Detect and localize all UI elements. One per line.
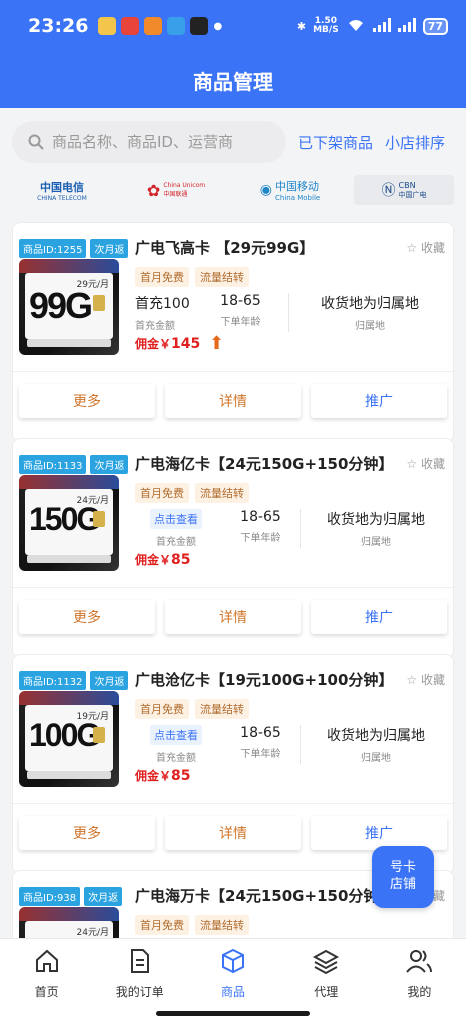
app-notification-icon (144, 17, 163, 35)
detail-button[interactable]: 详情 (165, 600, 301, 634)
commission: 佣金￥145 (135, 336, 201, 352)
product-card: 商品ID:1132 次月返 100G 19元/月 广电沧亿卡【19元100G+1… (12, 654, 454, 874)
location-value: 收货地为归属地 (321, 296, 419, 312)
cycle-badge: 次月返 (90, 671, 129, 690)
search-icon (28, 134, 44, 150)
app-notification-icon (121, 17, 140, 35)
click-view-button[interactable]: 点击查看 (150, 509, 202, 529)
favorite-button[interactable]: ☆ 收藏 (406, 455, 445, 472)
search-input[interactable] (52, 133, 272, 151)
page-title: 商品管理 (193, 70, 273, 94)
status-bar: 23:26 ● ✱ 1.50 MB/S 77 (0, 0, 466, 52)
tag: 首月免费 (135, 699, 189, 719)
product-title[interactable]: 广电沧亿卡【19元100G+100分钟】 (135, 669, 393, 690)
china-unicom-logo-icon: ✿ (146, 180, 161, 200)
promote-button[interactable]: 推广 (311, 816, 447, 850)
signal-icon (372, 17, 391, 35)
cycle-badge: 次月返 (90, 455, 129, 474)
tag: 首月免费 (135, 267, 189, 287)
detail-button[interactable]: 详情 (165, 816, 301, 850)
product-title[interactable]: 广电海万卡【24元150G+150分钟】 (135, 885, 393, 906)
product-id-badge: 商品ID:1255 (19, 239, 87, 258)
favorite-button[interactable]: ☆ 收藏 (406, 239, 445, 256)
signal-icon (397, 17, 416, 35)
carrier-china-unicom[interactable]: ✿ China Unicom 中国联通 (126, 175, 226, 205)
carrier-china-mobile[interactable]: ◉ 中国移动 China Mobile (240, 175, 340, 205)
app-header: 23:26 ● ✱ 1.50 MB/S 77 商品管理 (0, 0, 466, 108)
location-value: 收货地为归属地 (327, 512, 425, 528)
battery-icon: 77 (422, 17, 448, 35)
app-notification-icon (98, 17, 117, 35)
age-value: 18-65 (240, 509, 281, 525)
bluetooth-icon: ✱ (296, 19, 307, 33)
promote-button[interactable]: 推广 (311, 384, 447, 418)
product-card: 商品ID:1133 次月返 150G 24元/月 广电海亿卡【24元150G+1… (12, 438, 454, 658)
bottom-tabbar: 首页 我的订单 商品 代理 我的 (0, 938, 466, 1024)
age-value: 18-65 (240, 725, 281, 741)
off-shelf-link[interactable]: 已下架商品 (298, 132, 373, 153)
more-button[interactable]: 更多 (19, 816, 155, 850)
location-value: 收货地为归属地 (327, 728, 425, 744)
users-icon (406, 950, 433, 973)
tab-mine[interactable]: 我的 (373, 939, 466, 1024)
sim-chip-icon (93, 511, 105, 527)
promote-button[interactable]: 推广 (311, 600, 447, 634)
wifi-icon (346, 17, 366, 36)
tag: 流量结转 (195, 267, 249, 287)
detail-button[interactable]: 详情 (165, 384, 301, 418)
layers-icon (313, 949, 340, 975)
china-mobile-logo-icon: ◉ (259, 182, 273, 198)
tag: 首月免费 (135, 915, 189, 935)
sim-chip-icon (93, 727, 105, 743)
app-notification-icon (167, 17, 186, 35)
qq-icon (190, 17, 209, 35)
dot-icon: ● (213, 20, 223, 32)
shop-float-button[interactable]: 号卡 店铺 (372, 846, 434, 908)
cycle-badge: 次月返 (84, 887, 123, 906)
china-broadnet-logo-icon: Ⓝ (381, 183, 396, 199)
order-document-icon (130, 949, 149, 973)
tag: 首月免费 (135, 483, 189, 503)
tag: 流量结转 (195, 915, 249, 935)
carrier-china-broadnet[interactable]: Ⓝ CBN 中国广电 (354, 175, 454, 205)
more-button[interactable]: 更多 (19, 384, 155, 418)
click-view-button[interactable]: 点击查看 (150, 725, 202, 745)
home-indicator (156, 1011, 310, 1016)
commission: 佣金￥85 (135, 768, 191, 784)
product-title[interactable]: 广电飞高卡 【29元99G】 (135, 237, 314, 258)
shop-sort-link[interactable]: 小店排序 (385, 132, 445, 153)
net-speed: 1.50 MB/S (313, 16, 339, 35)
product-image[interactable]: 150G 24元/月 (19, 475, 119, 571)
star-icon: ☆ (406, 673, 418, 687)
commission-up-icon: ⬆ (209, 333, 225, 354)
package-box-icon (222, 948, 244, 974)
product-image[interactable]: 100G 19元/月 (19, 691, 119, 787)
search-row: 已下架商品 小店排序 (12, 120, 458, 164)
product-card: 商品ID:1255 次月返 99G 29元/月 广电飞高卡 【29元99G】 ☆… (12, 222, 454, 442)
home-icon (35, 949, 58, 972)
product-id-badge: 商品ID:1132 (19, 671, 87, 690)
product-title[interactable]: 广电海亿卡【24元150G+150分钟】 (135, 453, 393, 474)
commission: 佣金￥85 (135, 552, 191, 568)
product-image[interactable]: 99G 29元/月 (19, 259, 119, 355)
more-button[interactable]: 更多 (19, 600, 155, 634)
search-box[interactable] (12, 121, 286, 163)
cycle-badge: 次月返 (90, 239, 129, 258)
sim-chip-icon (93, 295, 105, 311)
star-icon: ☆ (406, 241, 418, 255)
tag: 流量结转 (195, 483, 249, 503)
favorite-button[interactable]: ☆ 收藏 (406, 671, 445, 688)
first-recharge-value: 首充100 (135, 296, 190, 312)
product-id-badge: 商品ID:938 (19, 887, 81, 906)
carrier-filter: 中国电信 CHINA TELECOM ✿ China Unicom 中国联通 ◉… (12, 172, 454, 208)
tab-home[interactable]: 首页 (0, 939, 93, 1024)
product-id-badge: 商品ID:1133 (19, 455, 87, 474)
age-value: 18-65 (220, 293, 261, 309)
status-time: 23:26 (28, 15, 89, 37)
tag: 流量结转 (195, 699, 249, 719)
carrier-china-telecom[interactable]: 中国电信 CHINA TELECOM (12, 175, 112, 205)
star-icon: ☆ (406, 457, 418, 471)
